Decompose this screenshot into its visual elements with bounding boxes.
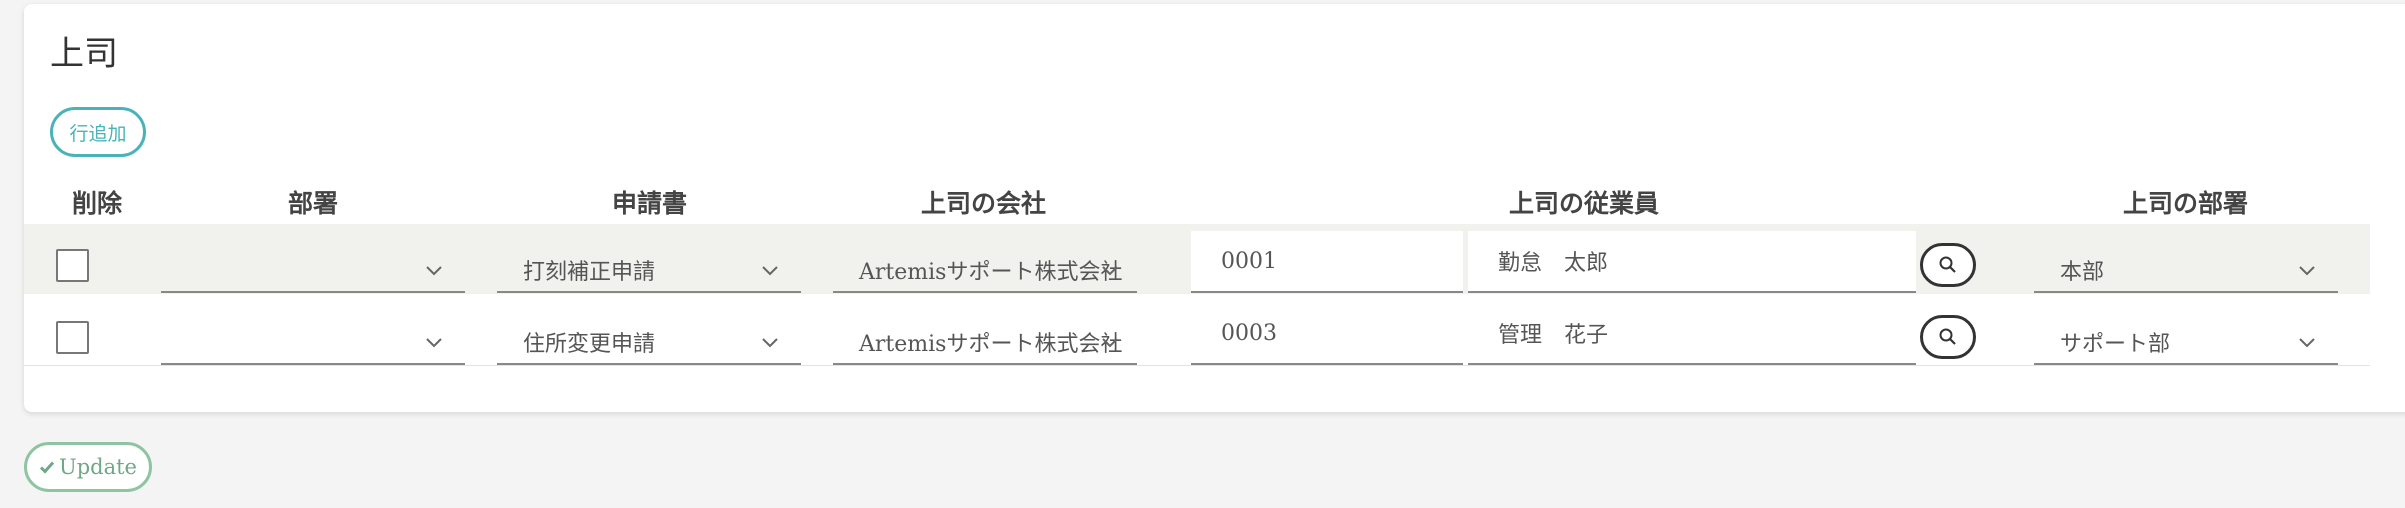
boss-employee-code-field[interactable]: 0001 <box>1191 231 1463 293</box>
chevron-down-icon <box>2299 266 2315 276</box>
header-delete: 削除 <box>72 189 123 218</box>
boss-employee-name-field[interactable]: 管理 花子 <box>1468 303 1916 365</box>
delete-checkbox[interactable] <box>56 321 89 354</box>
add-row-button[interactable]: 行追加 <box>50 107 146 157</box>
update-label: Update <box>59 455 137 479</box>
delete-checkbox[interactable] <box>56 249 89 282</box>
chevron-down-icon <box>762 266 778 276</box>
update-button[interactable]: Update <box>24 442 152 492</box>
application-select[interactable]: 打刻補正申請 <box>497 249 801 293</box>
boss-company-value: Artemisサポート株式会社 <box>859 260 1123 285</box>
boss-department-select[interactable]: サポート部 <box>2034 321 2338 365</box>
boss-company-select[interactable]: Artemisサポート株式会社 <box>833 321 1137 365</box>
boss-company-value: Artemisサポート株式会社 <box>859 332 1123 357</box>
chevron-down-icon <box>426 266 442 276</box>
boss-department-value: 本部 <box>2060 260 2105 285</box>
search-icon <box>1939 256 1956 273</box>
boss-company-select[interactable]: Artemisサポート株式会社 <box>833 249 1137 293</box>
check-icon <box>39 461 55 474</box>
application-value: 打刻補正申請 <box>523 260 656 285</box>
application-select[interactable]: 住所変更申請 <box>497 321 801 365</box>
chevron-down-icon <box>762 338 778 348</box>
employee-search-button[interactable] <box>1920 315 1976 359</box>
department-select[interactable] <box>161 321 465 365</box>
chevron-down-icon <box>2299 338 2315 348</box>
chevron-down-icon <box>1102 266 1118 276</box>
header-boss-department: 上司の部署 <box>2123 189 2249 218</box>
search-icon <box>1939 328 1956 345</box>
employee-search-button[interactable] <box>1920 243 1976 287</box>
application-value: 住所変更申請 <box>523 332 656 357</box>
chevron-down-icon <box>1102 338 1118 348</box>
boss-department-select[interactable]: 本部 <box>2034 249 2338 293</box>
department-select[interactable] <box>161 249 465 293</box>
header-application: 申請書 <box>612 189 688 218</box>
boss-employee-code-field[interactable]: 0003 <box>1191 303 1463 365</box>
section-title: 上司 <box>50 34 118 74</box>
chevron-down-icon <box>426 338 442 348</box>
boss-department-value: サポート部 <box>2060 332 2171 357</box>
header-boss-company: 上司の会社 <box>921 189 1047 218</box>
header-boss-employee: 上司の従業員 <box>1509 189 1660 218</box>
header-department: 部署 <box>288 189 339 218</box>
boss-employee-name-field[interactable]: 勤怠 太郎 <box>1468 231 1916 293</box>
